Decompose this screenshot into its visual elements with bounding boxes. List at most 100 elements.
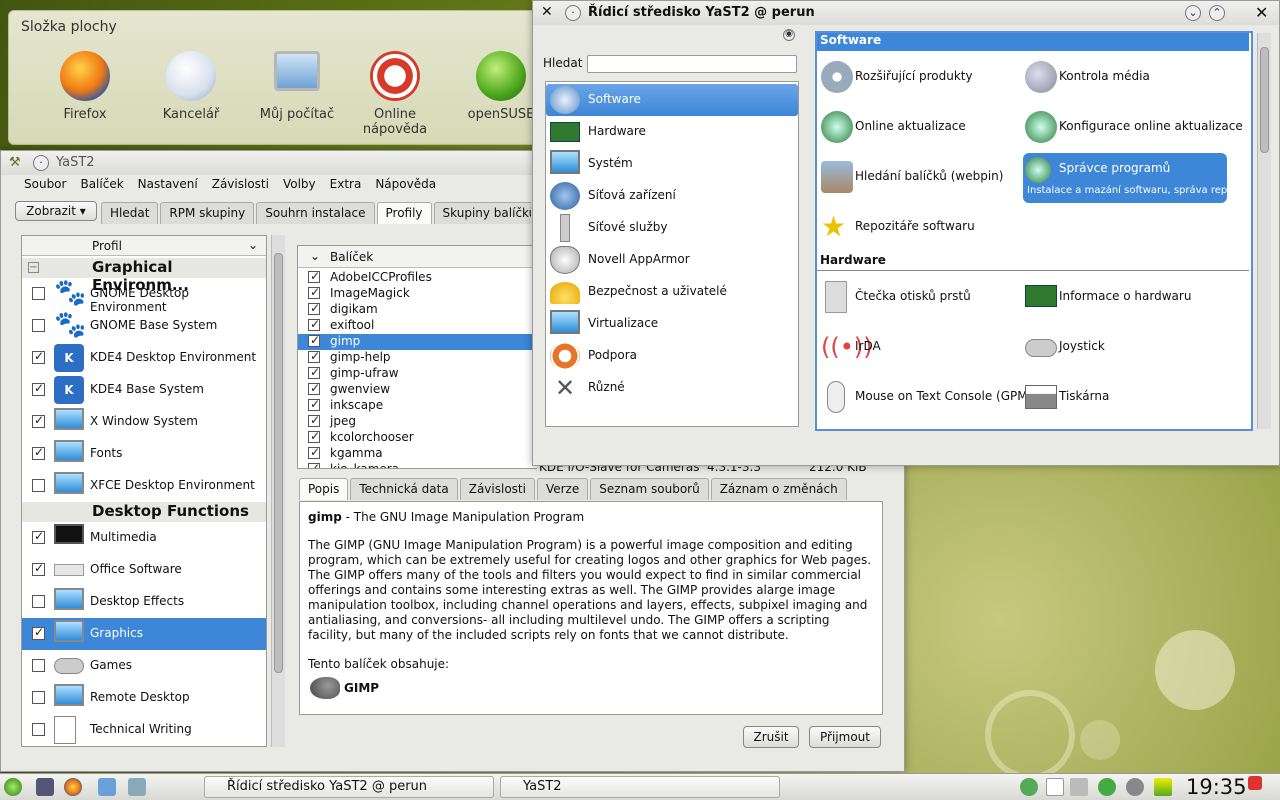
- category-network-services[interactable]: Síťové služby: [546, 212, 798, 244]
- minimize-icon[interactable]: ⌄: [1185, 5, 1201, 21]
- category-virtualization[interactable]: Virtualizace: [546, 308, 798, 340]
- module-hwinfo[interactable]: Informace o hardwaru: [1023, 277, 1223, 323]
- menu-balicek[interactable]: Balíček: [73, 177, 130, 191]
- menu-nastaveni[interactable]: Nastavení: [131, 177, 205, 191]
- tab-zavislosti[interactable]: Závislosti: [459, 478, 535, 500]
- module-webpin[interactable]: Hledání balíčků (webpin): [819, 157, 1019, 203]
- package-row[interactable]: jpeg: [298, 413, 537, 430]
- checkbox[interactable]: [308, 461, 320, 468]
- checkbox[interactable]: [308, 445, 320, 459]
- package-row[interactable]: gimp: [298, 333, 537, 350]
- package-row[interactable]: inkscape: [298, 397, 537, 414]
- menu-soubor[interactable]: Soubor: [17, 177, 73, 191]
- checkbox[interactable]: [308, 333, 320, 347]
- checkbox[interactable]: [32, 659, 45, 672]
- detail-contains-item[interactable]: GIMP: [344, 681, 379, 695]
- profile-row[interactable]: Office Software: [22, 554, 266, 586]
- menu-napoveda[interactable]: Nápověda: [368, 177, 443, 191]
- tab-rpm-skupiny[interactable]: RPM skupiny: [160, 202, 255, 224]
- category-support[interactable]: Podpora: [546, 340, 798, 372]
- profile-group[interactable]: − Graphical Environm...: [22, 258, 266, 294]
- desktop-icon-office[interactable]: Kancelář: [143, 51, 239, 122]
- menu-extra[interactable]: Extra: [323, 177, 369, 191]
- profile-row[interactable]: 🐾 GNOME Base System: [22, 310, 266, 342]
- module-joystick[interactable]: Joystick: [1023, 327, 1223, 373]
- checkbox[interactable]: [32, 625, 45, 640]
- profile-row[interactable]: XFCE Desktop Environment: [22, 470, 266, 502]
- pager-icon[interactable]: [128, 778, 146, 796]
- tab-technicka-data[interactable]: Technická data: [350, 478, 458, 500]
- checkbox[interactable]: [308, 429, 320, 443]
- checkbox[interactable]: [32, 529, 45, 544]
- tab-skupiny-balicku[interactable]: Skupiny balíčků: [433, 202, 531, 224]
- scrollbar-thumb[interactable]: [1260, 47, 1269, 153]
- module-mouse[interactable]: Mouse on Text Console (GPM): [819, 377, 1032, 423]
- show-desktop-icon[interactable]: [36, 778, 54, 796]
- tab-souhrn-instalace[interactable]: Souhrn instalace: [256, 202, 375, 224]
- profile-row[interactable]: X Window System: [22, 406, 266, 438]
- checkbox[interactable]: [308, 413, 320, 427]
- maximize-icon[interactable]: ⌃: [1209, 5, 1225, 21]
- menu-volby[interactable]: Volby: [276, 177, 323, 191]
- battery-icon[interactable]: [1154, 778, 1172, 796]
- volume-icon[interactable]: [1070, 778, 1088, 796]
- tab-zaznam-o-zmenach[interactable]: Záznam o změnách: [710, 478, 847, 500]
- window-menu-icon[interactable]: ·: [565, 5, 581, 21]
- tab-popis[interactable]: Popis: [299, 478, 349, 500]
- checkbox[interactable]: [308, 365, 320, 379]
- profile-row[interactable]: Desktop Effects: [22, 586, 266, 618]
- checkbox[interactable]: [308, 301, 320, 315]
- package-list-header[interactable]: ⌄ Balíček: [298, 246, 537, 268]
- checkbox[interactable]: [32, 319, 45, 332]
- view-dropdown-button[interactable]: Zobrazit ▾: [15, 201, 97, 221]
- category-misc[interactable]: ✕ Různé: [546, 372, 798, 404]
- tab-hledat[interactable]: Hledat: [101, 202, 159, 224]
- kickoff-menu-icon[interactable]: [4, 778, 22, 796]
- task-control-center[interactable]: Řídicí středisko YaST2 @ perun: [204, 776, 494, 798]
- package-row[interactable]: gimp-ufraw: [298, 365, 537, 382]
- profile-row[interactable]: K KDE4 Base System: [22, 374, 266, 406]
- package-row[interactable]: AdobeICCProfiles: [298, 269, 537, 286]
- checkbox[interactable]: [308, 285, 320, 299]
- profile-row[interactable]: Remote Desktop: [22, 682, 266, 714]
- profile-scrollbar[interactable]: [271, 235, 285, 747]
- package-row[interactable]: kcolorchooser: [298, 429, 537, 446]
- cancel-button[interactable]: Zrušit: [743, 726, 799, 748]
- checkbox[interactable]: [32, 381, 45, 396]
- category-apparmor[interactable]: Novell AppArmor: [546, 244, 798, 276]
- package-row[interactable]: gimp-help: [298, 349, 537, 366]
- tab-seznam-souboru[interactable]: Seznam souborů: [590, 478, 709, 500]
- profile-row[interactable]: K KDE4 Desktop Environment: [22, 342, 266, 374]
- module-online-update[interactable]: Online aktualizace: [819, 107, 1019, 153]
- profile-group[interactable]: Desktop Functions: [22, 502, 266, 522]
- category-hardware[interactable]: Hardware: [546, 116, 798, 148]
- tab-verze[interactable]: Verze: [536, 478, 589, 500]
- profile-row[interactable]: Games: [22, 650, 266, 682]
- scrollbar-thumb[interactable]: [274, 253, 283, 673]
- tab-profily[interactable]: Profily: [376, 202, 432, 224]
- network-icon[interactable]: [1020, 778, 1038, 796]
- checkbox[interactable]: [308, 349, 320, 363]
- module-addon[interactable]: Rozšiřující produkty: [819, 57, 1019, 103]
- checkbox[interactable]: [308, 397, 320, 411]
- module-scrollbar[interactable]: [1257, 33, 1271, 429]
- profile-row[interactable]: 🐾 GNOME Desktop Environment: [22, 278, 266, 314]
- package-row[interactable]: kio_kamera: [298, 461, 537, 468]
- profile-row[interactable]: Technical Writing: [22, 714, 266, 746]
- module-media-check[interactable]: Kontrola média: [1023, 57, 1223, 103]
- window-menu-icon[interactable]: ·: [33, 155, 49, 171]
- clipboard-icon[interactable]: [1046, 778, 1064, 796]
- checkbox[interactable]: [32, 413, 45, 428]
- search-input[interactable]: [587, 55, 797, 73]
- accept-button[interactable]: Přijmout: [809, 726, 881, 748]
- checkbox[interactable]: [32, 723, 45, 736]
- module-printer[interactable]: Tiskárna: [1023, 377, 1223, 423]
- checkbox[interactable]: [32, 479, 45, 492]
- checkbox[interactable]: [308, 381, 320, 395]
- checkbox[interactable]: [308, 317, 320, 331]
- package-row[interactable]: kgamma: [298, 445, 537, 462]
- firefox-icon[interactable]: [64, 778, 82, 796]
- module-irda[interactable]: ((•)) IrDA: [819, 327, 1019, 373]
- desktop-icon-help[interactable]: Online nápověda: [347, 51, 443, 137]
- profile-row[interactable]: Fonts: [22, 438, 266, 470]
